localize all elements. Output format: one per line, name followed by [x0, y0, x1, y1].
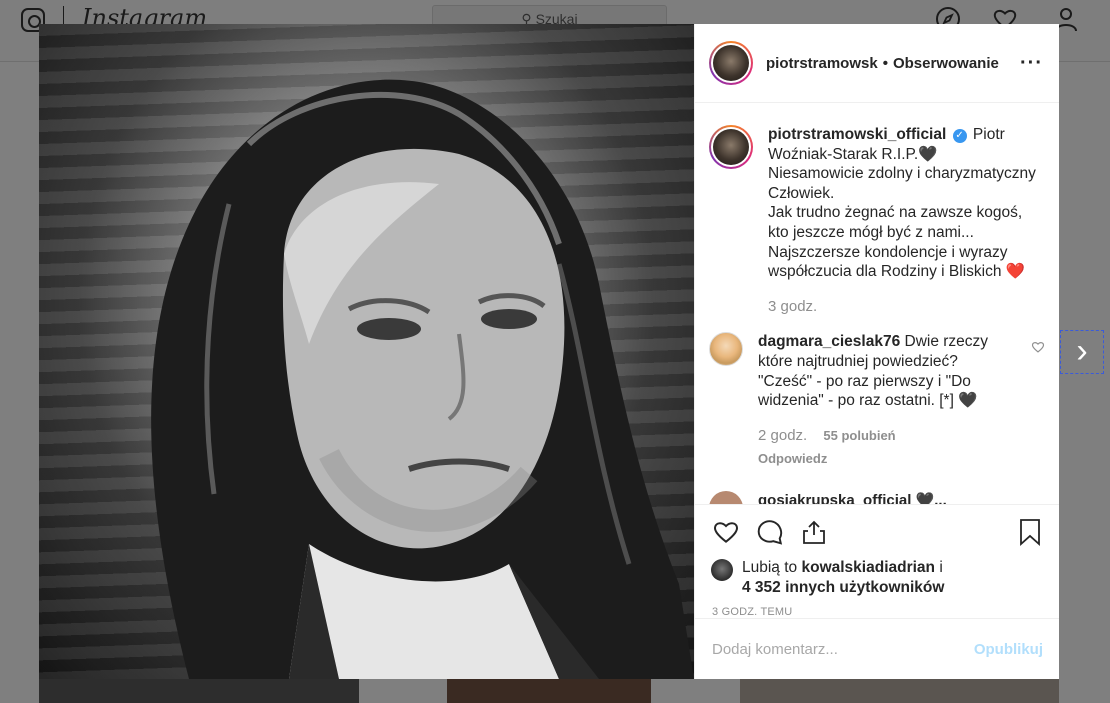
comment-like-heart-icon[interactable]	[1031, 340, 1045, 354]
caption: piotrstramowski_official ✓ Piotr Woźniak…	[709, 125, 1045, 316]
avatar[interactable]	[709, 490, 743, 504]
likes-prefix: Lubią to	[742, 559, 798, 576]
background-grid-thumb	[447, 679, 651, 703]
avatar[interactable]	[709, 41, 753, 85]
caption-text: Piotr Woźniak-Starak R.I.P.🖤 Niesamowici…	[768, 126, 1036, 281]
following-button[interactable]: Obserwowanie	[893, 55, 999, 72]
avatar[interactable]	[709, 332, 743, 367]
reply-button[interactable]: Odpowiedz	[758, 449, 998, 469]
caption-username[interactable]: piotrstramowski_official	[768, 126, 946, 143]
heart-icon	[714, 521, 738, 543]
verified-badge-icon: ✓	[952, 129, 967, 143]
avatar[interactable]	[709, 125, 753, 169]
bookmark-icon	[1020, 518, 1040, 546]
comment-likes-count[interactable]: 55 polubień	[823, 428, 895, 443]
post-timestamp[interactable]: 3 GODZ. TEMU	[695, 598, 1059, 618]
next-post-arrow-icon[interactable]: ›	[1060, 330, 1104, 374]
share-button[interactable]	[799, 517, 829, 547]
comment-input[interactable]	[712, 640, 974, 658]
post-author-username[interactable]: piotrstramowsk	[766, 55, 878, 72]
caption-time[interactable]: 3 godz.	[768, 298, 817, 315]
background-grid-thumb	[39, 679, 359, 703]
post-sidebar: piotrstramowsk • Obserwowanie ··· piotrs…	[694, 24, 1059, 679]
share-icon	[803, 520, 825, 544]
post-actions	[695, 504, 1059, 558]
partial-comment-text: gosiakrupska_official 🖤...	[758, 491, 947, 504]
comments-list[interactable]: piotrstramowski_official ✓ Piotr Woźniak…	[695, 103, 1059, 504]
separator-dot: •	[882, 54, 888, 72]
post-header: piotrstramowsk • Obserwowanie ···	[695, 24, 1059, 103]
likes-summary: Lubią to kowalskiadiadrian i 4 352 innyc…	[695, 558, 1059, 598]
save-button[interactable]	[1015, 517, 1045, 547]
likes-others-link[interactable]: 4 352 innych użytkowników	[742, 579, 944, 596]
post-modal: piotrstramowsk • Obserwowanie ··· piotrs…	[39, 24, 1059, 679]
portrait-illustration	[151, 79, 694, 679]
comment-button[interactable]	[755, 517, 785, 547]
post-photo	[39, 24, 694, 679]
like-button[interactable]	[711, 517, 741, 547]
likes-conj: i	[939, 559, 943, 576]
avatar[interactable]	[711, 559, 733, 581]
background-grid-thumb	[740, 679, 1059, 703]
publish-button[interactable]: Opublikuj	[974, 641, 1043, 658]
more-options-icon[interactable]: ···	[1020, 53, 1043, 73]
list-item: gosiakrupska_official 🖤...	[709, 490, 1045, 504]
comment-time[interactable]: 2 godz.	[758, 427, 807, 444]
likes-user-link[interactable]: kowalskiadiadrian	[801, 559, 935, 576]
comment-username[interactable]: dagmara_cieslak76	[758, 333, 900, 350]
comment-bubble-icon	[757, 519, 783, 545]
list-item: dagmara_cieslak76 Dwie rzeczy które najt…	[709, 332, 1045, 469]
add-comment-bar: Opublikuj	[695, 618, 1059, 679]
